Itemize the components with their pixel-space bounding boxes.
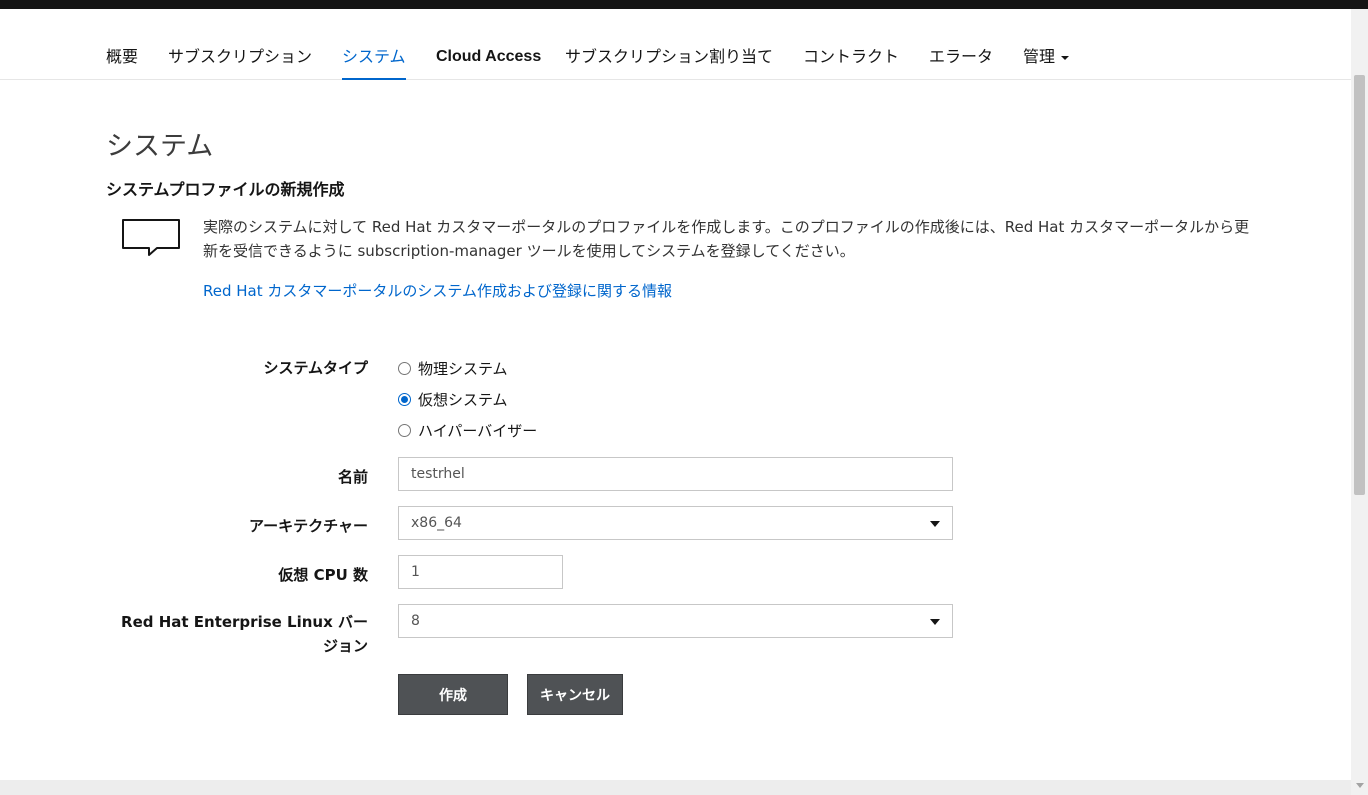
tab-subscriptions[interactable]: サブスクリプション: [168, 47, 312, 67]
caret-down-icon: [1061, 55, 1070, 60]
tab-systems[interactable]: システム: [342, 47, 406, 80]
page-title: システム: [106, 131, 214, 162]
scrollbar[interactable]: [1351, 9, 1368, 795]
tab-subscription-allocations[interactable]: サブスクリプション割り当て: [565, 47, 773, 67]
speech-bubble-icon: [122, 219, 180, 256]
create-button[interactable]: 作成: [398, 674, 508, 715]
radio-label: ハイパーバイザー: [418, 422, 538, 440]
info-text: 実際のシステムに対して Red Hat カスタマーポータルのプロファイルを作成し…: [203, 218, 1250, 260]
name-label: 名前: [337, 468, 368, 486]
scroll-down-arrow-icon[interactable]: [1356, 783, 1364, 788]
dropdown-arrow-icon: [930, 619, 940, 625]
architecture-label: アーキテクチャー: [249, 517, 368, 535]
top-bar: [0, 0, 1368, 9]
radio-label: 物理システム: [418, 360, 508, 378]
dropdown-arrow-icon: [930, 521, 940, 527]
main-nav: 概要 サブスクリプション システム Cloud Access サブスクリプション…: [0, 9, 1351, 80]
radio-button[interactable]: [398, 424, 411, 437]
scrollbar-thumb[interactable]: [1354, 75, 1365, 495]
radio-hypervisor[interactable]: ハイパーバイザー: [398, 420, 537, 441]
vcpu-label: 仮想 CPU 数: [278, 566, 368, 584]
tab-overview[interactable]: 概要: [106, 47, 138, 67]
system-type-label: システムタイプ: [263, 359, 368, 377]
radio-physical-system[interactable]: 物理システム: [398, 358, 508, 379]
footer: [0, 780, 1351, 795]
architecture-select[interactable]: x86_64: [398, 506, 953, 540]
rhel-version-select[interactable]: 8: [398, 604, 953, 638]
info-link[interactable]: Red Hat カスタマーポータルのシステム作成および登録に関する情報: [203, 280, 672, 301]
tab-errata[interactable]: エラータ: [929, 47, 993, 67]
rhel-version-value: 8: [411, 613, 420, 629]
cancel-button[interactable]: キャンセル: [527, 674, 623, 715]
architecture-value: x86_64: [411, 515, 462, 531]
tab-manage[interactable]: 管理: [1023, 47, 1070, 67]
radio-button-checked[interactable]: [398, 393, 411, 406]
radio-virtual-system[interactable]: 仮想システム: [398, 389, 508, 410]
tab-cloud-access[interactable]: Cloud Access: [436, 47, 541, 67]
section-title: システムプロファイルの新規作成: [106, 180, 345, 199]
tab-contracts[interactable]: コントラクト: [803, 47, 899, 67]
name-input[interactable]: testrhel: [398, 457, 953, 491]
radio-label: 仮想システム: [418, 391, 508, 409]
vcpu-input[interactable]: 1: [398, 555, 563, 589]
tab-manage-label: 管理: [1023, 47, 1056, 66]
rhel-version-label: Red Hat Enterprise Linux バージョン: [121, 613, 368, 655]
radio-button[interactable]: [398, 362, 411, 375]
